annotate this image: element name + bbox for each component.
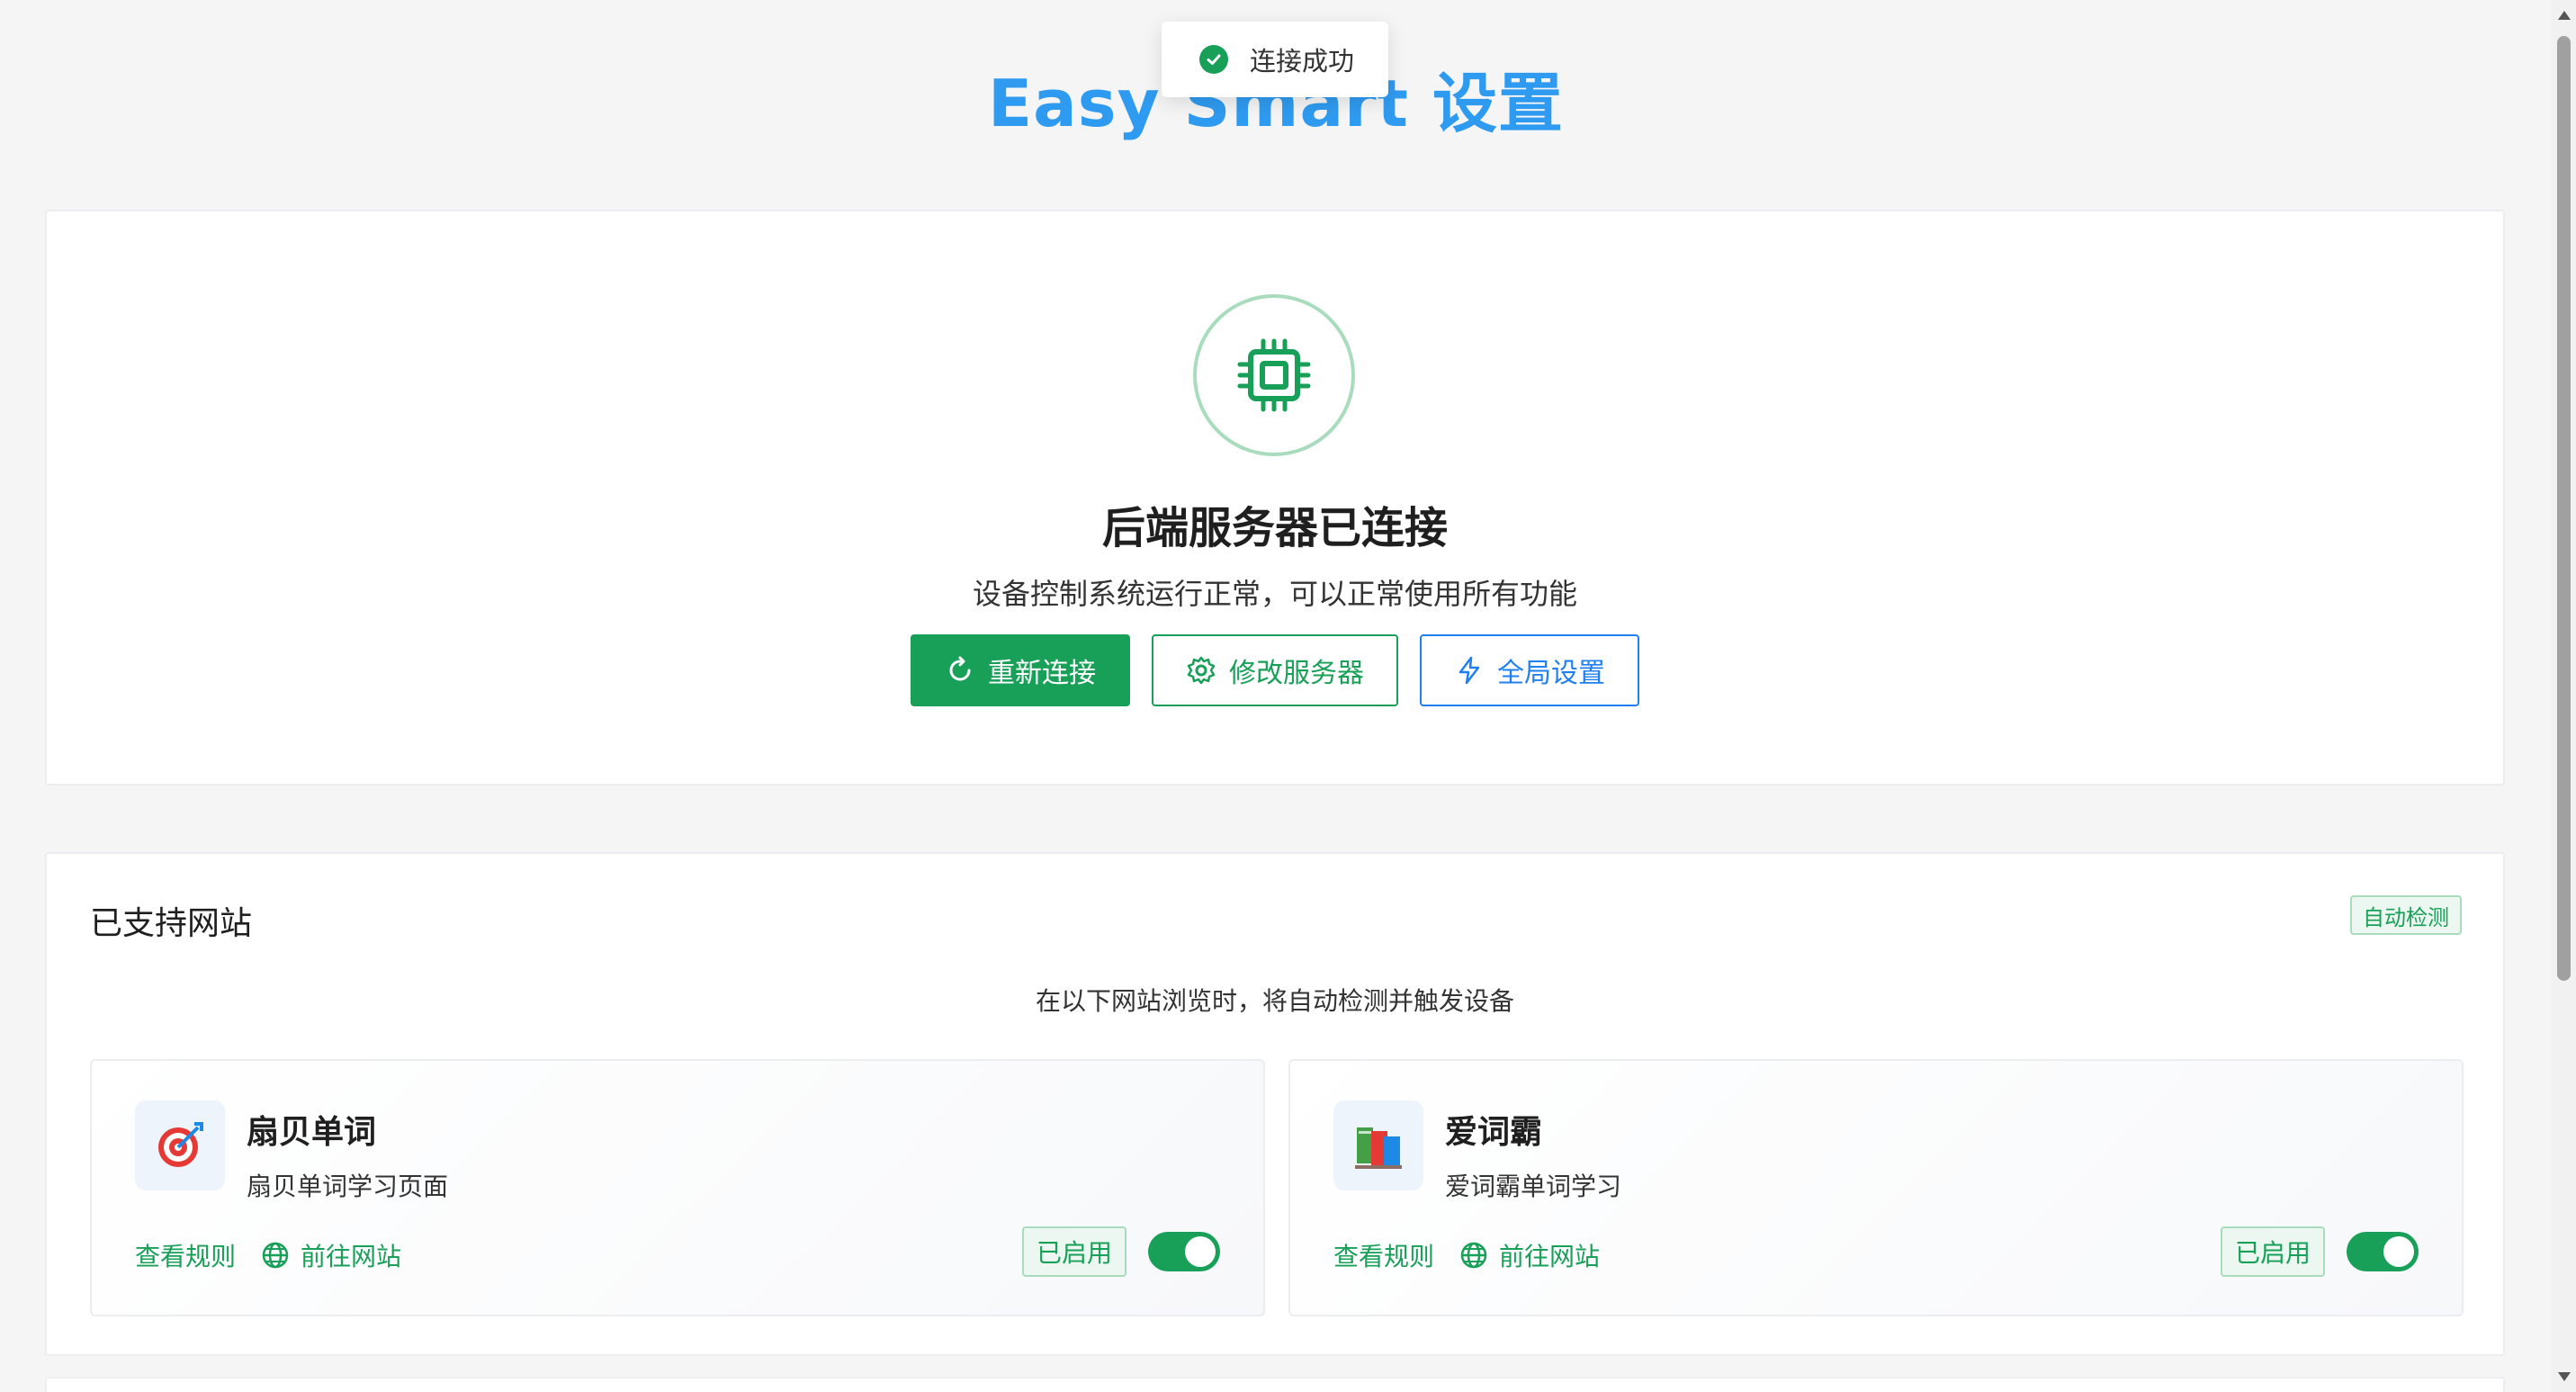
scroll-down-arrow-icon[interactable]	[2558, 1372, 2571, 1381]
lightning-icon	[1454, 655, 1485, 686]
edit-server-button[interactable]: 修改服务器	[1152, 634, 1398, 706]
edit-server-label: 修改服务器	[1229, 658, 1364, 689]
check-circle-icon	[1199, 45, 1228, 74]
status-subtitle: 设备控制系统运行正常，可以正常使用所有功能	[972, 577, 1577, 611]
sites-section-description: 在以下网站浏览时，将自动检测并触发设备	[1035, 986, 1514, 1016]
auto-detect-tag: 自动检测	[2350, 895, 2462, 935]
scroll-up-arrow-icon[interactable]	[2558, 11, 2571, 20]
scrollbar-thumb[interactable]	[2557, 36, 2571, 981]
vertical-scrollbar[interactable]	[2552, 0, 2576, 1392]
site-links: 查看规则 前往网站	[1333, 1237, 1600, 1273]
refresh-icon	[945, 655, 975, 686]
toggle-knob	[1185, 1236, 1216, 1267]
enabled-badge: 已启用	[2220, 1226, 2325, 1277]
books-icon	[1333, 1100, 1423, 1190]
target-icon	[135, 1100, 225, 1190]
site-card-iciba: 爱词霸 爱词霸单词学习 查看规则 前往网站 已启用	[1288, 1059, 2464, 1316]
reconnect-label: 重新连接	[988, 658, 1096, 689]
go-to-site-link[interactable]: 前往网站	[1499, 1237, 1600, 1273]
site-card-shanbay: 扇贝单词 扇贝单词学习页面 查看规则 前往网站 已启用	[90, 1059, 1265, 1316]
next-section-card	[45, 1377, 2505, 1392]
toggle-knob	[2383, 1236, 2414, 1267]
connection-status-card: 后端服务器已连接 设备控制系统运行正常，可以正常使用所有功能 重新连接 修改服务…	[45, 210, 2505, 786]
page: Easy Smart 设置 连接成功 后端服务器已连接 设备控制系统运行正常，可…	[0, 0, 2552, 1392]
site-name: 扇贝单词	[247, 1114, 377, 1151]
site-enable-toggle[interactable]	[2347, 1232, 2419, 1271]
status-title: 后端服务器已连接	[1101, 503, 1448, 553]
site-name: 爱词霸	[1445, 1114, 1543, 1151]
gear-icon	[1186, 655, 1216, 686]
status-actions: 重新连接 修改服务器 全局设置	[911, 634, 1639, 706]
toast-notification: 连接成功	[1162, 22, 1388, 97]
globe-icon	[1459, 1241, 1488, 1270]
view-rules-link[interactable]: 查看规则	[135, 1237, 236, 1273]
reconnect-button[interactable]: 重新连接	[911, 634, 1130, 706]
site-description: 扇贝单词学习页面	[247, 1172, 449, 1201]
supported-sites-card: 已支持网站 自动检测 在以下网站浏览时，将自动检测并触发设备 扇贝单词 扇贝单词…	[45, 852, 2505, 1356]
go-to-site-link[interactable]: 前往网站	[301, 1237, 401, 1273]
cpu-chip-icon	[1193, 294, 1355, 456]
globe-icon	[261, 1241, 290, 1270]
site-enable-toggle[interactable]	[1148, 1232, 1220, 1271]
enabled-badge: 已启用	[1021, 1226, 1126, 1277]
view-rules-link[interactable]: 查看规则	[1333, 1237, 1434, 1273]
global-settings-label: 全局设置	[1497, 658, 1605, 689]
site-links: 查看规则 前往网站	[135, 1237, 401, 1273]
site-description: 爱词霸单词学习	[1445, 1172, 1622, 1201]
sites-section-title: 已支持网站	[90, 905, 253, 942]
toast-message: 连接成功	[1250, 46, 1355, 76]
global-settings-button[interactable]: 全局设置	[1420, 634, 1639, 706]
